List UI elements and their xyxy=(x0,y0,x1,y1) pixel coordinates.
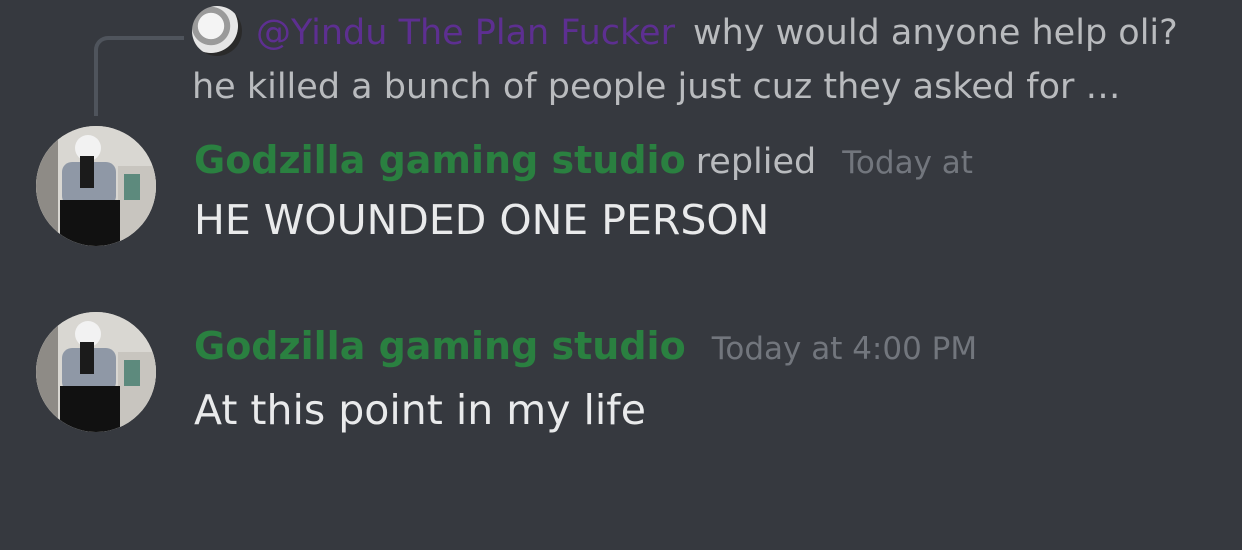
avatar[interactable] xyxy=(36,312,156,432)
reply-mention[interactable]: @Yindu The Plan Fucker xyxy=(256,13,675,53)
timestamp[interactable]: Today at 4:00 PM xyxy=(712,331,977,367)
reply-line: @Yindu The Plan Fucker why would anyone h… xyxy=(256,10,1178,56)
username[interactable]: Godzilla gaming studio xyxy=(194,138,686,182)
message-header: Godzilla gaming studio Today at 4:00 PM xyxy=(194,322,977,373)
avatar-photo-icon xyxy=(36,312,156,432)
username[interactable]: Godzilla gaming studio xyxy=(194,324,686,368)
reply-text-line-2: he killed a bunch of people just cuz the… xyxy=(192,67,1121,107)
reply-avatar[interactable] xyxy=(192,6,242,56)
timestamp[interactable]: Today at xyxy=(842,145,973,181)
reply-text-line-1: why would anyone help oli? xyxy=(692,13,1178,53)
message-header: Godzilla gaming studio replied Today at xyxy=(194,136,973,187)
message-text: HE WOUNDED ONE PERSON xyxy=(194,196,770,244)
replied-label: replied xyxy=(695,142,817,182)
avatar-photo-icon xyxy=(36,126,156,246)
reply-spine xyxy=(94,36,184,116)
message-text: At this point in my life xyxy=(194,386,646,434)
avatar[interactable] xyxy=(36,126,156,246)
